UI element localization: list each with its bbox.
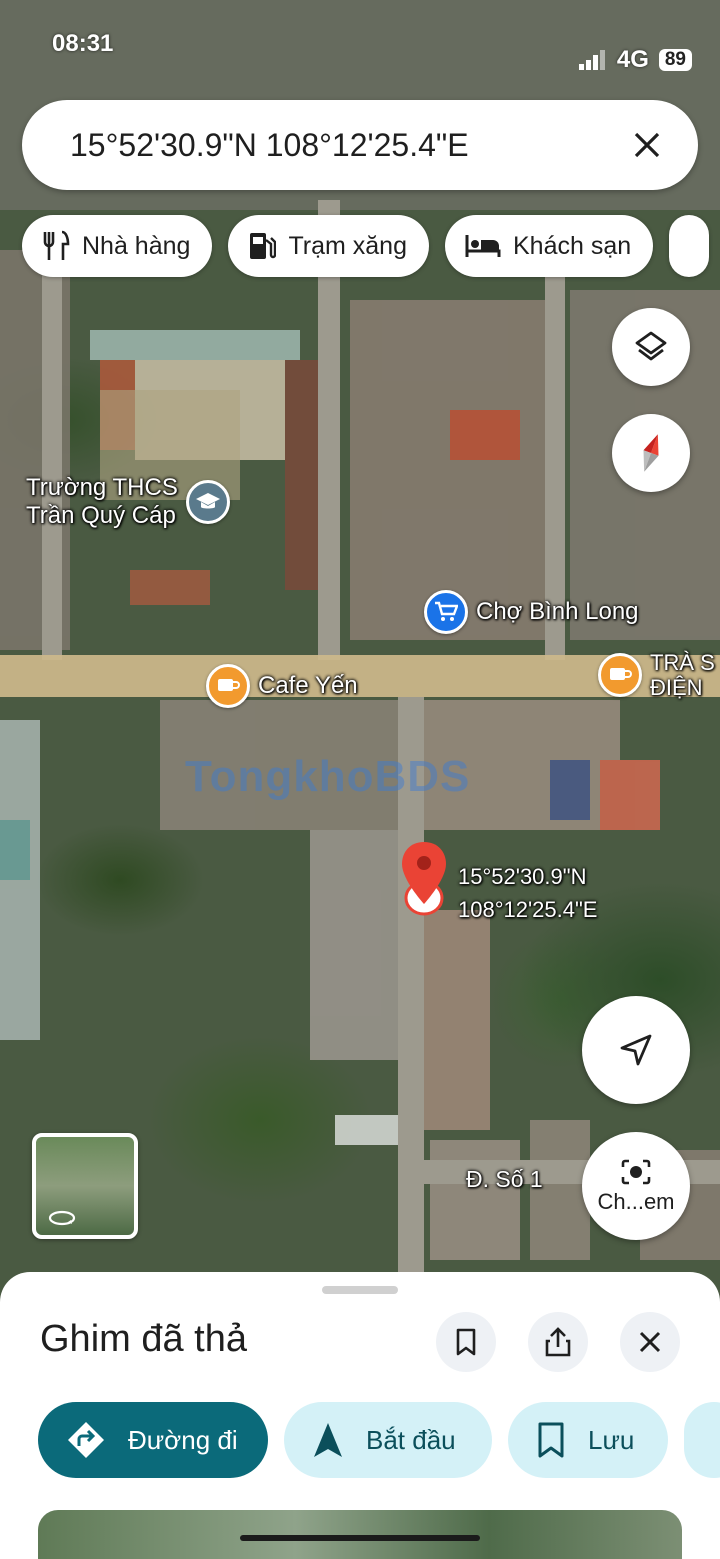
my-location-button[interactable] — [582, 996, 690, 1104]
road — [42, 250, 62, 660]
signal-icon — [578, 50, 605, 70]
hotel-icon — [465, 235, 501, 257]
layers-icon — [635, 331, 667, 361]
chip-hotels[interactable]: Khách sạn — [445, 215, 654, 277]
status-bar: 08:31 4G 89 — [0, 0, 720, 90]
search-query[interactable]: 15°52'30.9"N 108°12'25.4"E — [70, 127, 469, 164]
save-icon-button[interactable] — [436, 1312, 496, 1372]
restaurant-icon — [43, 230, 70, 260]
street-name: Đ. Số 1 — [466, 1166, 543, 1192]
cafe-icon — [206, 664, 250, 708]
poi-label: ĐIỆN — [650, 675, 703, 701]
clock: 08:31 — [52, 30, 114, 57]
close-icon — [639, 1331, 661, 1353]
poi-school[interactable]: Trường THCS Trần Quý Cáp — [26, 474, 230, 529]
poi-label: Chợ Bình Long — [476, 598, 639, 626]
satellite-map[interactable]: TongkhoBDS Trường THCS Trần Quý Cáp Chợ … — [0, 0, 720, 1300]
layers-button[interactable] — [612, 308, 690, 386]
map-pin-icon — [402, 842, 446, 916]
shopping-cart-icon — [424, 590, 468, 634]
bookmark-icon — [456, 1328, 476, 1356]
close-icon[interactable] — [632, 130, 662, 160]
camera-search-icon — [621, 1159, 651, 1185]
poi-label: Trần Quý Cáp — [26, 501, 176, 529]
share-button[interactable] — [528, 1312, 588, 1372]
pin-latitude: 15°52'30.9"N — [458, 864, 587, 889]
rotate-360-icon — [48, 1210, 76, 1226]
chip-label: Nhà hàng — [82, 231, 191, 260]
directions-icon — [68, 1422, 104, 1458]
navigation-arrow-icon — [314, 1423, 342, 1457]
more-actions-button[interactable] — [684, 1402, 720, 1478]
chip-more[interactable] — [669, 215, 710, 277]
search-with-camera-button[interactable]: Ch...em — [582, 1132, 690, 1240]
camera-button-label: Ch...em — [597, 1189, 675, 1214]
poi-label: Trường THCS — [26, 474, 178, 501]
poi-label: TRÀ S — [650, 650, 715, 675]
pin-longitude: 108°12'25.4"E — [458, 897, 598, 922]
bottom-sheet[interactable]: Ghim đã thả Đường đi Bắt đầu Lưu — [0, 1272, 720, 1559]
pin-coordinates: 15°52'30.9"N 108°12'25.4"E — [458, 860, 597, 926]
save-label: Lưu — [588, 1424, 635, 1455]
bookmark-icon — [538, 1422, 564, 1458]
watermark: TongkhoBDS — [185, 752, 471, 801]
cafe-icon — [598, 653, 642, 698]
close-sheet-button[interactable] — [620, 1312, 680, 1372]
chip-restaurants[interactable]: Nhà hàng — [22, 215, 213, 277]
compass-button[interactable] — [612, 414, 690, 492]
navigation-arrow-icon — [620, 1034, 652, 1066]
street-view-thumbnail[interactable] — [32, 1133, 138, 1239]
battery-level: 89 — [658, 49, 692, 71]
directions-label: Đường đi — [128, 1424, 238, 1455]
chip-label: Khách sạn — [513, 231, 632, 260]
save-button[interactable]: Lưu — [508, 1402, 668, 1478]
drag-handle[interactable] — [322, 1286, 398, 1294]
search-bar[interactable]: 15°52'30.9"N 108°12'25.4"E — [22, 100, 698, 190]
category-chips: Nhà hàng Trạm xăng Khách sạn — [22, 215, 710, 277]
street-label: Đ. Số 1 — [466, 1166, 543, 1192]
start-label: Bắt đầu — [366, 1424, 456, 1455]
compass-icon — [643, 434, 659, 472]
directions-button[interactable]: Đường đi — [38, 1402, 268, 1478]
dropped-pin[interactable] — [398, 840, 450, 923]
poi-label: Cafe Yến — [258, 672, 358, 700]
school-icon — [185, 479, 230, 524]
gas-station-icon — [250, 233, 277, 259]
chip-label: Trạm xăng — [288, 231, 407, 260]
place-title: Ghim đã thả — [40, 1318, 247, 1360]
network-type: 4G — [616, 46, 649, 73]
home-indicator[interactable] — [240, 1535, 480, 1541]
poi-market[interactable]: Chợ Bình Long — [424, 590, 639, 634]
start-button[interactable]: Bắt đầu — [284, 1402, 492, 1478]
poi-cafe[interactable]: Cafe Yến — [206, 664, 358, 708]
chip-gas-stations[interactable]: Trạm xăng — [228, 215, 429, 277]
poi-cafe[interactable]: TRÀ S ĐIỆN — [598, 650, 715, 701]
share-icon — [545, 1327, 571, 1357]
